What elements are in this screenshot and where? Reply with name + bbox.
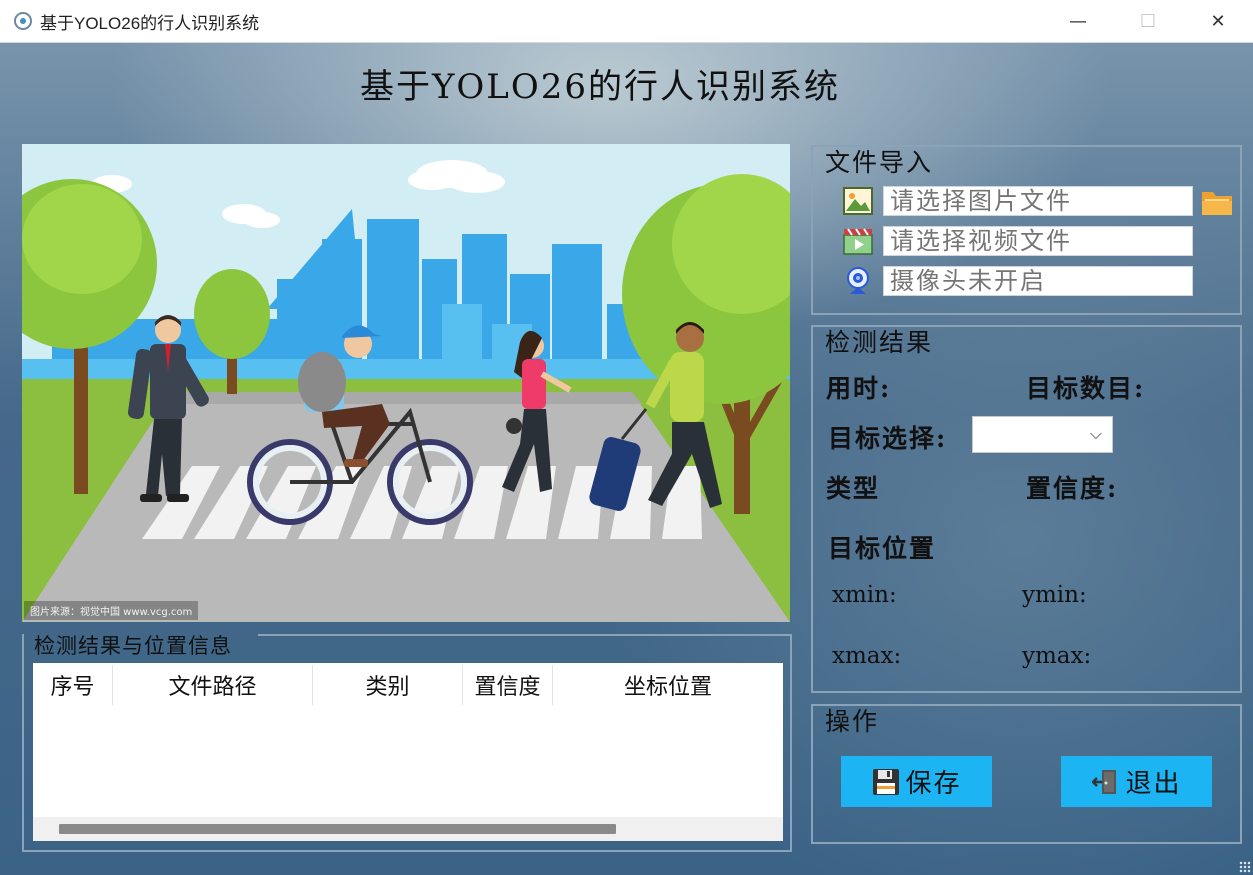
exit-button-label: 退出 <box>1125 769 1182 799</box>
table-group: 检测结果与位置信息 序号 文件路径 类别 置信度 坐标位置 <box>22 634 792 852</box>
close-button[interactable]: ✕ <box>1183 0 1253 43</box>
floppy-disk-icon <box>871 767 901 797</box>
webcam-icon[interactable] <box>841 265 875 296</box>
detection-result-group: 检测结果 用时: 目标数目: 目标选择: ⌵ 类型 置信度: 目标位置 xmin… <box>811 325 1242 693</box>
column-header-position[interactable]: 坐标位置 <box>553 665 783 705</box>
save-button[interactable]: 保存 <box>841 756 992 807</box>
file-import-group: 文件导入 <box>811 145 1242 315</box>
image-file-row <box>841 185 1201 216</box>
chevron-down-icon: ⌵ <box>1089 424 1102 443</box>
minimize-button[interactable]: — <box>1043 0 1113 43</box>
video-icon[interactable] <box>841 225 875 256</box>
video-file-row <box>841 225 1201 256</box>
type-label: 类型 <box>826 474 881 503</box>
window-title: 基于YOLO26的行人识别系统 <box>40 13 260 33</box>
table-group-title: 检测结果与位置信息 <box>34 634 232 658</box>
ymin-label: ymin: <box>1022 582 1087 608</box>
exit-door-icon <box>1091 767 1121 797</box>
image-file-input[interactable] <box>883 185 1193 216</box>
time-label: 用时: <box>826 374 892 403</box>
xmin-label: xmin: <box>832 582 897 608</box>
target-position-label: 目标位置 <box>828 534 937 563</box>
detection-result-title: 检测结果 <box>825 328 934 357</box>
target-select[interactable]: ⌵ <box>972 416 1113 453</box>
xmax-label: xmax: <box>832 643 902 669</box>
column-header-index[interactable]: 序号 <box>33 665 113 705</box>
image-icon[interactable] <box>841 185 875 216</box>
column-header-class[interactable]: 类别 <box>313 665 463 705</box>
table-header: 序号 文件路径 类别 置信度 坐标位置 <box>33 663 783 707</box>
app-icon <box>14 12 32 30</box>
main-window: 基于YOLO26的行人识别系统 图片来源：视觉中国 www.vcg.com 检测… <box>0 43 1253 875</box>
camera-row <box>841 265 1201 296</box>
image-credit: 图片来源：视觉中国 www.vcg.com <box>24 601 199 620</box>
window-controls: — ☐ ✕ <box>1043 0 1253 43</box>
target-select-label: 目标选择: <box>828 424 948 453</box>
maximize-button[interactable]: ☐ <box>1113 0 1183 43</box>
street-scene-illustration <box>22 144 790 622</box>
save-button-label: 保存 <box>905 769 962 799</box>
scrollbar-thumb[interactable] <box>59 824 616 834</box>
horizontal-scrollbar[interactable] <box>33 817 783 841</box>
operation-group: 操作 保存 退出 <box>811 704 1242 844</box>
page-title: 基于YOLO26的行人识别系统 <box>359 67 841 107</box>
window-title-bar: 基于YOLO26的行人识别系统 — ☐ ✕ <box>0 0 1253 43</box>
ymax-label: ymax: <box>1022 643 1092 669</box>
image-display: 图片来源：视觉中国 www.vcg.com <box>22 144 790 622</box>
folder-icon[interactable] <box>1201 187 1233 217</box>
video-file-input[interactable] <box>883 225 1193 256</box>
confidence-label: 置信度: <box>1026 474 1119 503</box>
column-header-path[interactable]: 文件路径 <box>113 665 313 705</box>
target-count-label: 目标数目: <box>1026 374 1146 403</box>
exit-button[interactable]: 退出 <box>1061 756 1212 807</box>
camera-input[interactable] <box>883 265 1193 296</box>
operation-title: 操作 <box>825 707 880 736</box>
result-table[interactable]: 序号 文件路径 类别 置信度 坐标位置 <box>33 663 783 841</box>
resize-grip[interactable] <box>1239 861 1251 873</box>
file-import-title: 文件导入 <box>825 148 934 177</box>
column-header-confidence[interactable]: 置信度 <box>463 665 553 705</box>
